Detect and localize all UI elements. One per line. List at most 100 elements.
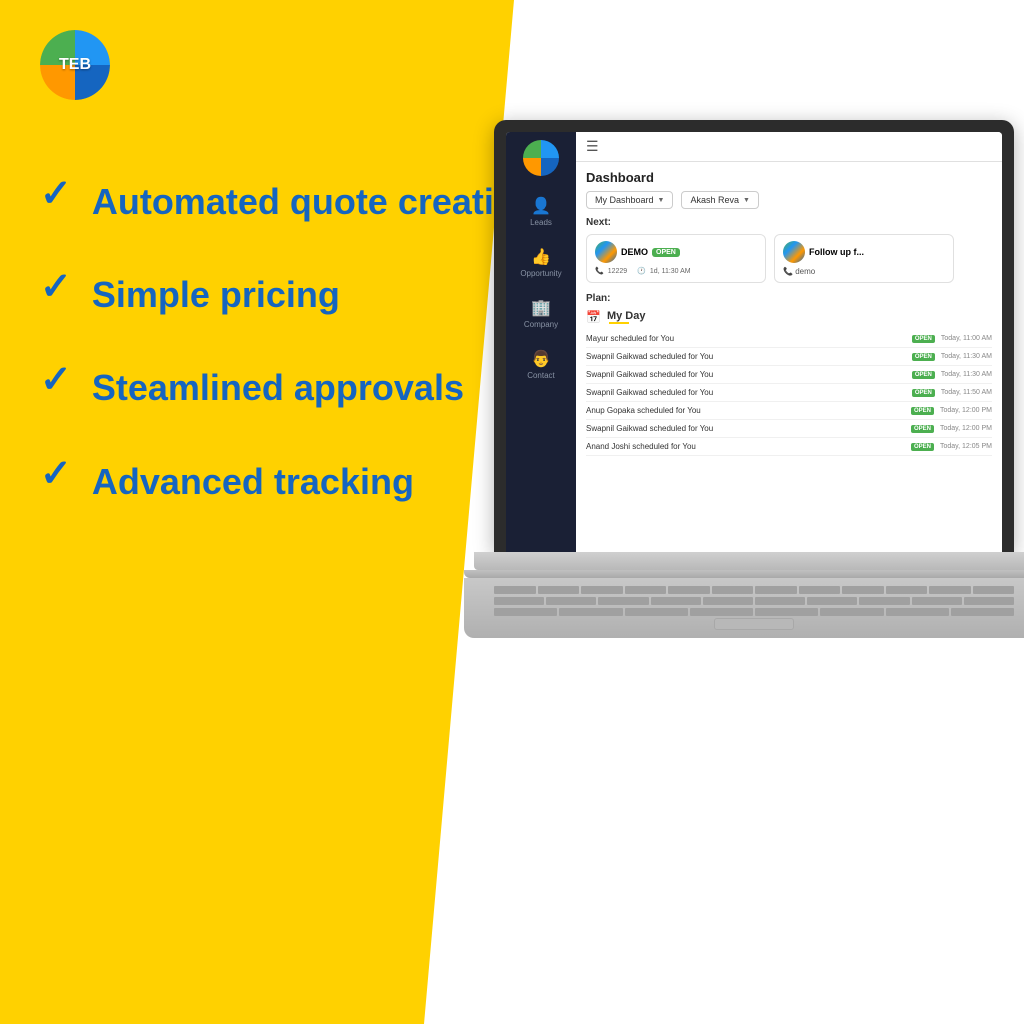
logo-text: TEB: [59, 56, 91, 74]
dashboard-title: Dashboard: [586, 170, 992, 185]
brand-logo: TEB: [40, 30, 110, 100]
card1-name: DEMO: [621, 247, 648, 257]
checkmark-3: ✓: [40, 361, 72, 399]
screen-logo-tr: [541, 140, 559, 158]
key: [912, 597, 962, 605]
schedule-time-4: Today, 12:00 PM: [940, 407, 992, 414]
schedule-time-2: Today, 11:30 AM: [941, 371, 992, 378]
key: [690, 608, 753, 616]
key-row-3: [494, 608, 1014, 616]
key: [755, 586, 797, 594]
checkmark-1: ✓: [40, 175, 72, 213]
sidebar-item-company[interactable]: 🏢 Company: [506, 290, 576, 337]
my-day-title: My Day: [607, 310, 646, 322]
filter2-arrow: ▼: [743, 197, 750, 204]
plan-label: Plan:: [586, 293, 992, 304]
filter-select-2[interactable]: Akash Reva ▼: [681, 191, 758, 209]
key: [807, 597, 857, 605]
laptop-keyboard: [464, 578, 1024, 638]
hamburger-icon: ☰: [586, 138, 599, 155]
contact-label: Contact: [527, 371, 555, 380]
key: [964, 597, 1014, 605]
sidebar-item-opportunity[interactable]: 👍 Opportunity: [506, 239, 576, 286]
filter1-arrow: ▼: [658, 197, 665, 204]
schedule-list: Mayur scheduled for You OPEN Today, 11:0…: [586, 330, 992, 456]
key: [559, 608, 622, 616]
key: [494, 586, 536, 594]
contact-icon: 👨: [531, 349, 551, 369]
key: [820, 608, 883, 616]
schedule-status-1: OPEN: [912, 353, 935, 361]
screen-logo-br: [541, 158, 559, 176]
card1-phone-icon: 📞: [595, 267, 604, 275]
key: [929, 586, 971, 594]
schedule-item-4: Anup Gopaka scheduled for You OPEN Today…: [586, 402, 992, 420]
next-card-1: DEMO OPEN 📞 12229 🕐: [586, 234, 766, 283]
feature-text-3: Steamlined approvals: [92, 366, 464, 409]
leads-label: Leads: [530, 218, 552, 227]
key: [886, 608, 949, 616]
schedule-name-6: Anand Joshi scheduled for You: [586, 442, 905, 451]
schedule-time-6: Today, 12:05 PM: [940, 443, 992, 450]
key: [842, 586, 884, 594]
laptop-mockup: 👤 Leads 👍 Opportunity 🏢 Company: [464, 120, 1024, 638]
screen-topbar: ☰: [576, 132, 1002, 162]
key: [886, 586, 928, 594]
key: [668, 586, 710, 594]
filter-select-1[interactable]: My Dashboard ▼: [586, 191, 673, 209]
schedule-status-4: OPEN: [911, 407, 934, 415]
filter2-label: Akash Reva: [690, 195, 739, 205]
schedule-item-1: Swapnil Gaikwad scheduled for You OPEN T…: [586, 348, 992, 366]
calendar-icon: 📅: [586, 310, 601, 324]
schedule-name-5: Swapnil Gaikwad scheduled for You: [586, 424, 905, 433]
keyboard-keys: [494, 586, 1014, 621]
key: [598, 597, 648, 605]
schedule-time-3: Today, 11:50 AM: [941, 389, 992, 396]
card1-status: OPEN: [652, 248, 680, 257]
key: [712, 586, 754, 594]
next-cards: DEMO OPEN 📞 12229 🕐: [586, 234, 992, 283]
key: [651, 597, 701, 605]
key: [494, 608, 557, 616]
screen-logo-bl: [523, 158, 541, 176]
clock-icon: 🕐: [637, 267, 646, 275]
schedule-item-5: Swapnil Gaikwad scheduled for You OPEN T…: [586, 420, 992, 438]
checkmark-4: ✓: [40, 455, 72, 493]
card1-avatar: [595, 241, 617, 263]
card2-name: Follow up f...: [809, 247, 864, 257]
screen-content: Dashboard My Dashboard ▼ Akash Reva ▼: [576, 162, 1002, 464]
trackpad: [714, 618, 794, 630]
page-container: TEB ✓ Automated quote creation ✓ Simple …: [0, 0, 1024, 1024]
laptop: 👤 Leads 👍 Opportunity 🏢 Company: [464, 120, 1024, 638]
schedule-item-0: Mayur scheduled for You OPEN Today, 11:0…: [586, 330, 992, 348]
leads-icon: 👤: [531, 196, 551, 216]
schedule-status-5: OPEN: [911, 425, 934, 433]
key-row-2: [494, 597, 1014, 605]
key: [538, 586, 580, 594]
feature-text-2: Simple pricing: [92, 273, 340, 316]
key: [546, 597, 596, 605]
schedule-name-0: Mayur scheduled for You: [586, 334, 906, 343]
screen-logo-tl: [523, 140, 541, 158]
company-label: Company: [524, 320, 558, 329]
laptop-hinge: [464, 570, 1024, 578]
laptop-screen-inner: 👤 Leads 👍 Opportunity 🏢 Company: [506, 132, 1002, 552]
card1-phone: 12229: [608, 268, 627, 275]
schedule-name-2: Swapnil Gaikwad scheduled for You: [586, 370, 906, 379]
sidebar-item-leads[interactable]: 👤 Leads: [506, 188, 576, 235]
my-day-underline: [609, 322, 629, 324]
screen-main: ☰ Dashboard My Dashboard ▼: [576, 132, 1002, 552]
screen-ui: 👤 Leads 👍 Opportunity 🏢 Company: [506, 132, 1002, 552]
schedule-item-2: Swapnil Gaikwad scheduled for You OPEN T…: [586, 366, 992, 384]
schedule-name-1: Swapnil Gaikwad scheduled for You: [586, 352, 906, 361]
laptop-base: [474, 552, 1024, 570]
schedule-name-4: Anup Gopaka scheduled for You: [586, 406, 905, 415]
filter1-label: My Dashboard: [595, 195, 654, 205]
my-day-header: 📅 My Day: [586, 310, 992, 324]
card2-avatar: [783, 241, 805, 263]
feature-text-4: Advanced tracking: [92, 460, 414, 503]
next-section-label: Next:: [586, 217, 992, 228]
key: [625, 586, 667, 594]
sidebar-item-contact[interactable]: 👨 Contact: [506, 341, 576, 388]
schedule-status-3: OPEN: [912, 389, 935, 397]
